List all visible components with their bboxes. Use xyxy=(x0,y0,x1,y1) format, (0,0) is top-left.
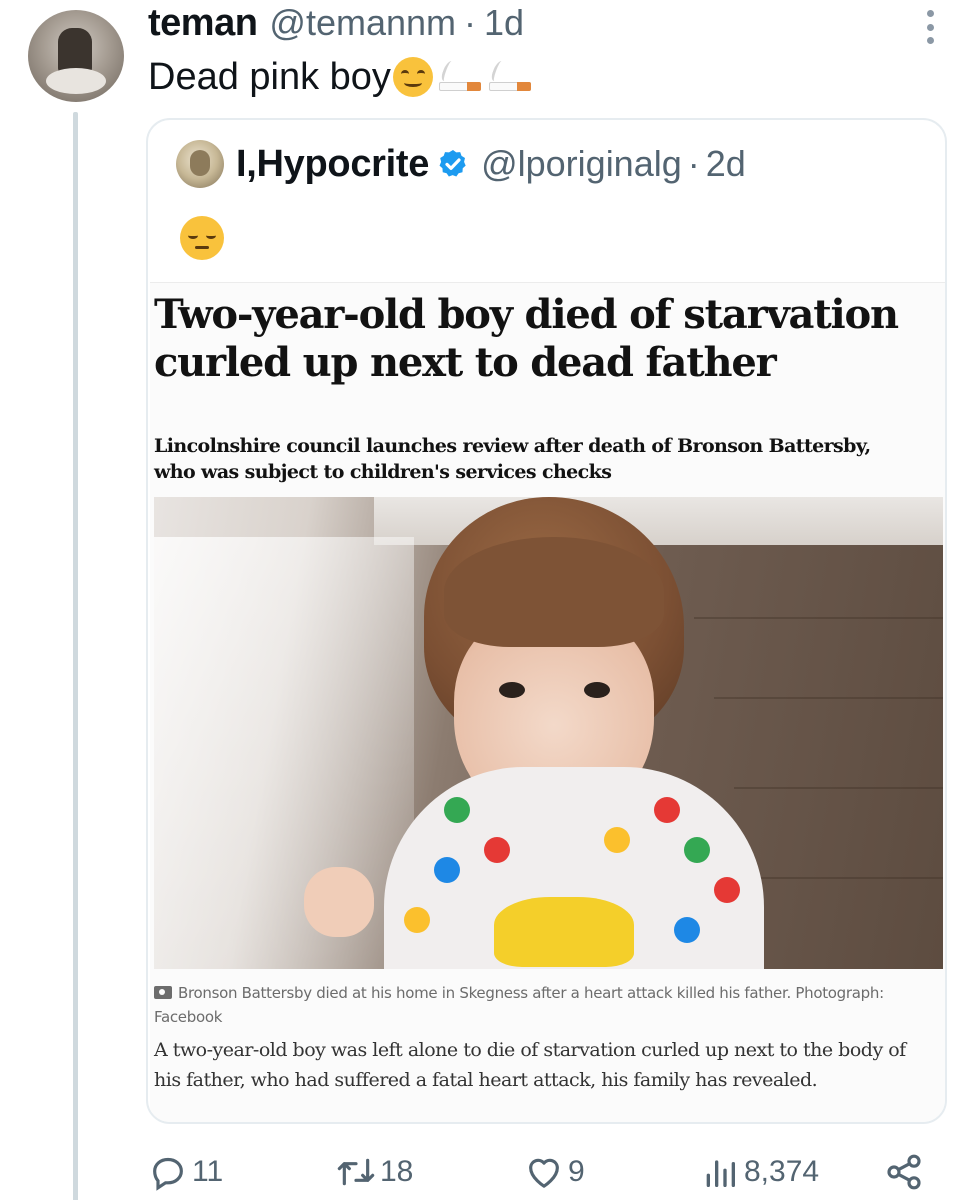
article-headline: Two-year-old boy died of starvation curl… xyxy=(154,291,899,386)
quoted-author-handle[interactable]: @lporiginalg xyxy=(481,143,682,185)
views-button[interactable]: 8,374 xyxy=(700,1146,819,1198)
tweet-text-content: Dead pink boy xyxy=(148,56,391,98)
article-body: A two-year-old boy was left alone to die… xyxy=(154,1039,906,1091)
author-name[interactable]: teman xyxy=(148,2,258,45)
photo-caption: Bronson Battersby died at his home in Sk… xyxy=(154,981,934,1029)
quoted-tweet[interactable]: I,Hypocrite @lporiginalg · 2d Two-year-o… xyxy=(146,118,947,1124)
like-count: 9 xyxy=(568,1155,585,1188)
separator-dot: · xyxy=(464,2,477,43)
tweet-header: teman @temannm · 1d xyxy=(148,2,524,48)
article-screenshot[interactable]: Two-year-old boy died of starvation curl… xyxy=(150,282,945,1122)
smiling-face-emoji xyxy=(392,57,433,97)
action-bar: 11 18 9 8,374 xyxy=(148,1146,938,1198)
author-handle[interactable]: @temannm xyxy=(269,2,456,44)
more-options-icon[interactable] xyxy=(925,10,935,44)
avatar-chair xyxy=(46,68,106,94)
share-button[interactable] xyxy=(884,1146,928,1198)
reply-icon xyxy=(153,1157,183,1191)
reply-button[interactable]: 11 xyxy=(148,1146,223,1198)
quoted-tweet-timestamp[interactable]: 2d xyxy=(706,143,746,185)
thread-line xyxy=(73,112,78,1200)
heart-icon xyxy=(529,1158,559,1188)
views-count: 8,374 xyxy=(744,1155,820,1188)
article-photo xyxy=(154,497,943,969)
author-avatar[interactable] xyxy=(28,10,124,102)
quoted-author-avatar[interactable] xyxy=(176,140,224,188)
retweet-button[interactable]: 18 xyxy=(336,1146,413,1198)
share-icon xyxy=(887,1154,921,1190)
views-chart-icon xyxy=(706,1160,735,1187)
tweet-timestamp[interactable]: 1d xyxy=(484,2,524,44)
quoted-tweet-header: I,Hypocrite @lporiginalg · 2d xyxy=(176,140,746,188)
article-standfirst: Lincolnshire council launches review aft… xyxy=(154,435,871,483)
cigarette-emoji xyxy=(435,57,483,97)
pensive-face-emoji xyxy=(180,216,224,260)
photo-caption-text: Bronson Battersby died at his home in Sk… xyxy=(154,984,884,1026)
separator-dot: · xyxy=(687,143,700,184)
quoted-author-name[interactable]: I,Hypocrite xyxy=(236,143,429,186)
verified-badge-icon xyxy=(439,150,466,177)
camera-icon xyxy=(154,986,172,999)
cigarette-emoji xyxy=(485,57,533,97)
retweet-icon xyxy=(337,1158,375,1186)
tweet-text: Dead pink boy xyxy=(148,52,533,102)
reply-count: 11 xyxy=(192,1155,224,1188)
retweet-count: 18 xyxy=(380,1155,414,1188)
tweet[interactable]: teman @temannm · 1d Dead pink boy I,Hypo… xyxy=(0,0,975,1200)
like-button[interactable]: 9 xyxy=(524,1146,585,1198)
